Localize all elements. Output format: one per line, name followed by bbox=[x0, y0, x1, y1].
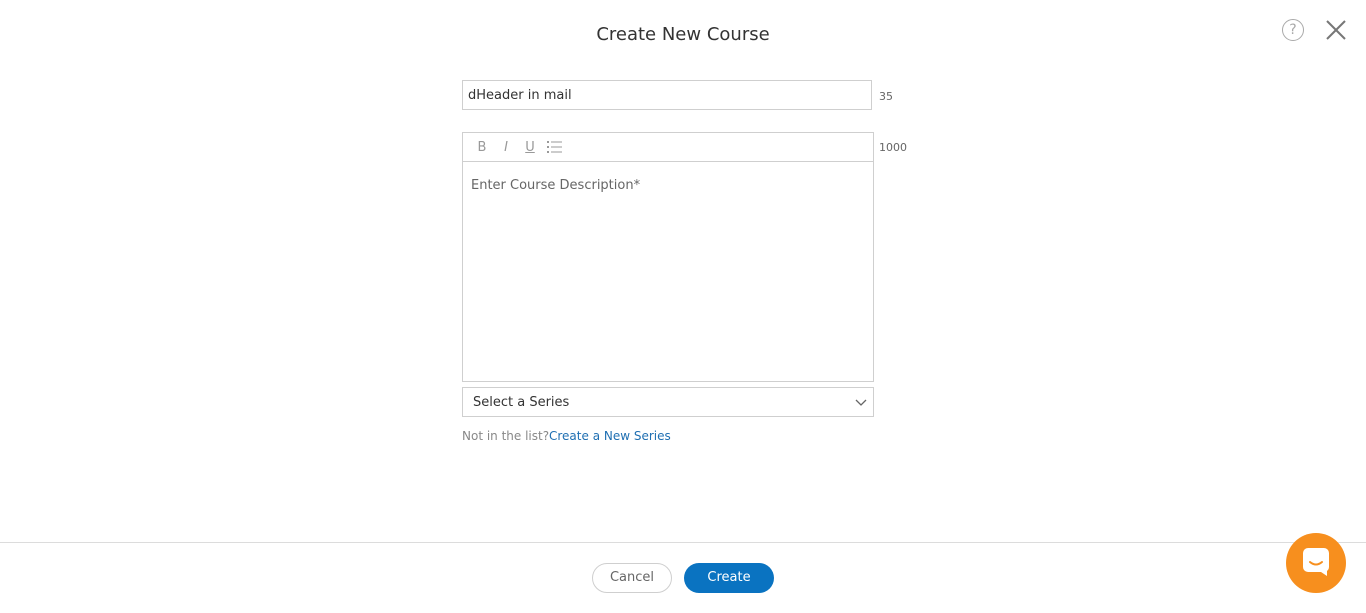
series-select-value: Select a Series bbox=[473, 394, 570, 410]
italic-button[interactable]: I bbox=[499, 140, 513, 155]
not-in-list-label: Not in the list? bbox=[462, 429, 550, 443]
close-icon[interactable] bbox=[1324, 18, 1348, 42]
description-editor[interactable]: B I U Enter Course Description* bbox=[462, 132, 874, 382]
cancel-button[interactable]: Cancel bbox=[592, 563, 672, 593]
chat-bubble-icon bbox=[1301, 546, 1331, 580]
help-icon[interactable]: ? bbox=[1282, 19, 1304, 41]
footer-divider bbox=[0, 542, 1366, 543]
bulleted-list-icon[interactable] bbox=[547, 140, 563, 154]
page-title: Create New Course bbox=[596, 24, 770, 45]
course-name-input[interactable] bbox=[462, 80, 872, 110]
create-course-dialog: Create New Course ? 35 B I U bbox=[0, 0, 1366, 613]
create-new-series-link[interactable]: Create a New Series bbox=[549, 429, 671, 443]
editor-toolbar: B I U bbox=[463, 133, 873, 162]
name-char-counter: 35 bbox=[879, 90, 893, 103]
chat-launcher-button[interactable] bbox=[1286, 533, 1346, 593]
series-select[interactable]: Select a Series bbox=[462, 387, 874, 417]
chevron-down-icon bbox=[855, 396, 867, 408]
create-button[interactable]: Create bbox=[684, 563, 774, 593]
underline-button[interactable]: U bbox=[523, 140, 537, 155]
description-char-counter: 1000 bbox=[879, 141, 907, 154]
bold-button[interactable]: B bbox=[475, 140, 489, 155]
description-placeholder[interactable]: Enter Course Description* bbox=[463, 162, 873, 209]
